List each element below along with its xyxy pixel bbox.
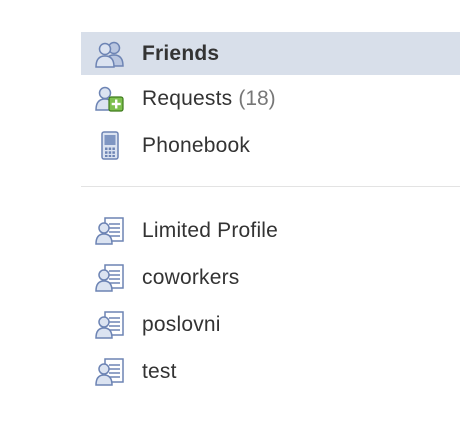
sidebar-item-friends[interactable]: Friends: [81, 32, 460, 75]
friends-icon: [93, 39, 127, 69]
sidebar-item-label: Friends: [142, 41, 220, 65]
sidebar-item-label: test: [142, 359, 177, 383]
sidebar-item-list[interactable]: coworkers: [81, 254, 460, 301]
sidebar-item-label: poslovni: [142, 312, 221, 336]
menu-divider: [81, 186, 460, 187]
sidebar-item-label: coworkers: [142, 265, 240, 289]
friend-list-icon: [93, 216, 127, 246]
sidebar-item-phonebook[interactable]: Phonebook: [81, 122, 460, 169]
sidebar-item-list[interactable]: test: [81, 348, 460, 395]
sidebar-item-list[interactable]: Limited Profile: [81, 207, 460, 254]
friends-sidebar-menu: Friends Requests (18) Phonebook Limited …: [81, 32, 460, 395]
friend-list-icon: [93, 310, 127, 340]
friend-request-icon: [93, 84, 127, 114]
friend-list-icon: [93, 357, 127, 387]
phone-icon: [93, 130, 127, 161]
sidebar-item-requests[interactable]: Requests (18): [81, 75, 460, 122]
request-count-badge: (18): [238, 86, 276, 110]
sidebar-item-list[interactable]: poslovni: [81, 301, 460, 348]
sidebar-item-label: Requests: [142, 86, 233, 110]
friend-list-icon: [93, 263, 127, 293]
sidebar-item-label: Phonebook: [142, 133, 251, 157]
sidebar-item-label: Limited Profile: [142, 218, 279, 242]
